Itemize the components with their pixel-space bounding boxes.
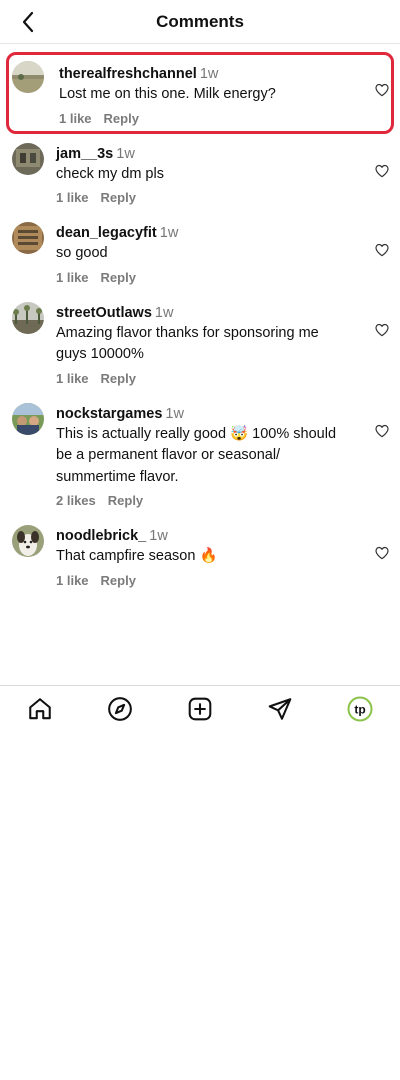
- comment-username[interactable]: jam__3s: [56, 146, 113, 162]
- header: Comments: [0, 0, 400, 44]
- like-count[interactable]: 2 likes: [56, 493, 96, 508]
- nav-direct-messages[interactable]: [240, 686, 320, 731]
- nav-profile[interactable]: tp: [320, 686, 400, 731]
- avatar[interactable]: [12, 61, 44, 93]
- reply-button[interactable]: Reply: [101, 190, 136, 205]
- like-count[interactable]: 1 like: [59, 111, 92, 126]
- heart-icon[interactable]: [374, 82, 390, 98]
- new-post-icon: [188, 697, 212, 720]
- comment-text: so good: [56, 245, 108, 261]
- comment-time: 1w: [159, 225, 179, 241]
- avatar[interactable]: [12, 142, 44, 175]
- comment-text: check my dm pls: [56, 165, 164, 182]
- comment-text: That campfire season 🔥: [56, 548, 218, 564]
- comments-screen: Comments therealfreshchannel 1w Lost me o…: [0, 0, 400, 1080]
- page-title: Comments: [156, 12, 244, 31]
- bottom-nav: tp: [0, 685, 400, 731]
- reply-button[interactable]: Reply: [104, 111, 139, 126]
- paper-plane-icon: [268, 697, 292, 720]
- heart-icon[interactable]: [374, 423, 390, 439]
- comment-item: dean_legacyfit 1w so good 1 like Reply: [0, 213, 400, 293]
- reply-button[interactable]: Reply: [101, 371, 136, 386]
- profile-avatar-icon: tp: [347, 696, 373, 721]
- comment-text: Amazing flavor thanks for sponsoring me …: [56, 324, 319, 363]
- avatar[interactable]: [12, 301, 44, 334]
- nav-explore[interactable]: [80, 686, 160, 731]
- avatar[interactable]: [12, 402, 44, 435]
- comment-username[interactable]: therealfreshchannel: [59, 66, 197, 82]
- comment-time: 1w: [149, 528, 168, 544]
- avatar[interactable]: [12, 222, 44, 254]
- comment-item: therealfreshchannel 1w Lost me on this on…: [6, 52, 394, 134]
- reply-button[interactable]: Reply: [108, 493, 143, 508]
- reply-button[interactable]: Reply: [101, 573, 136, 588]
- like-count[interactable]: 1 like: [56, 573, 89, 588]
- comment-username[interactable]: dean_legacyfit: [56, 225, 157, 241]
- like-count[interactable]: 1 like: [56, 190, 89, 205]
- comment-text: Lost me on this one. Milk energy?: [59, 86, 276, 102]
- comment-item: noodlebrick_ 1w That campfire season 🔥 1 …: [0, 516, 400, 596]
- comment-item: nockstargames 1w This is actually really …: [0, 394, 400, 517]
- comment-time: 1w: [165, 405, 184, 422]
- heart-icon[interactable]: [374, 322, 390, 338]
- nav-home[interactable]: [0, 686, 80, 731]
- heart-icon[interactable]: [374, 242, 390, 258]
- profile-initials: tp: [354, 702, 365, 716]
- explore-icon: [108, 696, 132, 721]
- avatar[interactable]: [12, 525, 44, 557]
- nav-new-post[interactable]: [160, 686, 240, 731]
- comment-item: jam__3s 1w check my dm pls 1 like Reply: [0, 134, 400, 214]
- comment-username[interactable]: streetOutlaws: [56, 305, 152, 321]
- home-icon: [29, 697, 51, 719]
- reply-button[interactable]: Reply: [101, 270, 136, 285]
- comment-username[interactable]: nockstargames: [56, 406, 162, 422]
- comment-username[interactable]: noodlebrick_: [56, 528, 146, 544]
- comment-time: 1w: [116, 145, 135, 162]
- heart-icon[interactable]: [374, 545, 390, 561]
- comment-text: This is actually really good 🤯 100% shou…: [56, 425, 337, 485]
- comment-item: streetOutlaws 1w Amazing flavor thanks fo…: [0, 293, 400, 394]
- comment-time: 1w: [199, 66, 219, 82]
- like-count[interactable]: 1 like: [56, 371, 89, 386]
- comment-time: 1w: [154, 304, 174, 321]
- comment-list: therealfreshchannel 1w Lost me on this on…: [0, 52, 400, 596]
- like-count[interactable]: 1 like: [56, 270, 89, 285]
- heart-icon[interactable]: [374, 163, 390, 179]
